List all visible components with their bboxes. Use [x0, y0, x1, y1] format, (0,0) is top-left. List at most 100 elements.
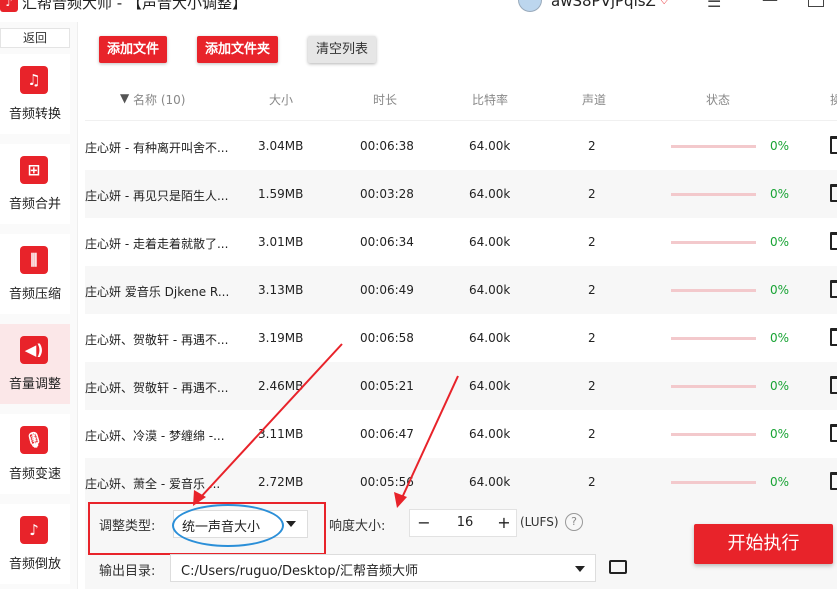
cell-bitrate: 64.00k	[469, 283, 511, 297]
trash-icon[interactable]	[830, 136, 837, 154]
microphone-icon: 🎙	[20, 426, 48, 454]
trash-icon[interactable]	[830, 472, 837, 490]
table-row[interactable]: 庄心妍 - 有种离开叫舍不... 3.04MB 00:06:38 64.00k 2 0%	[85, 122, 837, 170]
maximize-icon[interactable]	[808, 0, 824, 7]
sidebar-item-2[interactable]: ⫼ 音频压缩	[0, 234, 70, 314]
loudness-label: 响度大小:	[329, 519, 386, 534]
sidebar-item-label: 音频合并	[8, 197, 61, 212]
cell-channels: 2	[588, 235, 596, 249]
minimize-icon[interactable]: —	[762, 0, 778, 9]
table-row[interactable]: 庄心妍 - 再见只是陌生人... 1.59MB 00:03:28 64.00k 2 0%	[85, 170, 837, 218]
add-folder-button[interactable]: 添加文件夹	[197, 36, 278, 63]
sidebar-item-label: 音频转换	[8, 107, 61, 122]
progress-bar	[671, 337, 756, 340]
merge-icon: ⊞	[20, 156, 48, 184]
output-dir-select[interactable]: C:/Users/ruguo/Desktop/汇帮音频大师	[170, 554, 596, 582]
cell-duration: 00:06:34	[360, 235, 414, 249]
output-dir-label: 输出目录:	[99, 564, 156, 579]
table-row[interactable]: 庄心妍 爱音乐 Djkene R... 3.13MB 00:06:49 64.00k 2…	[85, 266, 837, 314]
menu-icon[interactable]: ☰	[707, 0, 721, 11]
progress-percent: 0%	[770, 235, 790, 249]
trash-icon[interactable]	[830, 328, 837, 346]
sidebar-item-0[interactable]: ♫ 音频转换	[0, 54, 70, 134]
cell-duration: 00:06:58	[360, 331, 414, 345]
page-name: - 【声音大小调整】	[116, 0, 247, 12]
user-name[interactable]: awS8PVjPqlsZ	[551, 0, 656, 10]
sidebar-item-label: 音频变速	[8, 467, 61, 482]
music-note-icon: ♪	[20, 516, 48, 544]
progress-bar	[671, 385, 756, 388]
cell-name: 庄心妍、贺敬轩 - 再遇不...	[85, 333, 229, 347]
cell-channels: 2	[588, 379, 596, 393]
cell-name: 庄心妍、贺敬轩 - 再遇不...	[85, 381, 229, 395]
cell-channels: 2	[588, 187, 596, 201]
cell-duration: 00:05:21	[360, 379, 414, 393]
progress-bar	[671, 193, 756, 196]
minus-button[interactable]: −	[415, 513, 433, 532]
progress-bar	[671, 241, 756, 244]
sidebar-item-1[interactable]: ⊞ 音频合并	[0, 144, 70, 224]
sidebar-item-5[interactable]: ♪ 音频倒放	[0, 504, 70, 584]
progress-percent: 0%	[770, 379, 790, 393]
annotation-blue-oval	[172, 504, 284, 547]
cell-duration: 00:06:47	[360, 427, 414, 441]
sidebar-item-4[interactable]: 🎙 音频变速	[0, 414, 70, 494]
col-duration[interactable]: 时长	[373, 91, 397, 108]
vip-diamond-icon[interactable]: ♡	[657, 0, 679, 7]
loudness-input[interactable]: 16	[450, 515, 480, 530]
cell-duration: 00:05:56	[360, 475, 414, 489]
table-row[interactable]: 庄心妍 - 走着走着就散了... 3.01MB 00:06:34 64.00k 2 0%	[85, 218, 837, 266]
table-row[interactable]: 庄心妍、贺敬轩 - 再遇不... 2.46MB 00:05:21 64.00k 2 0%	[85, 362, 837, 410]
cell-name: 庄心妍 爱音乐 Djkene R...	[85, 285, 230, 299]
add-file-button[interactable]: 添加文件	[99, 36, 167, 63]
cell-channels: 2	[588, 331, 596, 345]
output-dir-path: C:/Users/ruguo/Desktop/汇帮音频大师	[181, 564, 419, 579]
progress-percent: 0%	[770, 331, 790, 345]
cell-size: 2.72MB	[258, 475, 304, 489]
col-operation: 操	[830, 93, 837, 107]
avatar[interactable]	[518, 0, 542, 12]
progress-percent: 0%	[770, 283, 790, 297]
cell-size: 3.19MB	[258, 331, 304, 345]
trash-icon[interactable]	[830, 184, 837, 202]
sidebar: 返回 ♫ 音频转换 ⊞ 音频合并 ⫼ 音频压缩 ◀) 音量调整 🎙 音频变速 ♪ 音频倒放	[0, 22, 78, 589]
col-bitrate[interactable]: 比特率	[472, 91, 508, 108]
col-size[interactable]: 大小	[269, 91, 293, 108]
table-row[interactable]: 庄心妍、贺敬轩 - 再遇不... 3.19MB 00:06:58 64.00k 2 0%	[85, 314, 837, 362]
progress-bar	[671, 433, 756, 436]
cell-channels: 2	[588, 427, 596, 441]
cell-channels: 2	[588, 139, 596, 153]
back-button[interactable]: 返回	[0, 28, 70, 48]
app-name: 汇帮音频大师	[22, 0, 113, 12]
cell-duration: 00:03:28	[360, 187, 414, 201]
progress-percent: 0%	[770, 139, 790, 153]
trash-icon[interactable]	[830, 424, 837, 442]
cell-name: 庄心妍 - 走着走着就散了...	[85, 237, 229, 251]
trash-icon[interactable]	[830, 376, 837, 394]
col-channels[interactable]: 声道	[582, 91, 606, 108]
cell-name: 庄心妍 - 再见只是陌生人...	[85, 189, 229, 203]
app-logo-icon: ♪	[0, 0, 18, 12]
trash-icon[interactable]	[830, 280, 837, 298]
cell-bitrate: 64.00k	[469, 187, 511, 201]
sidebar-item-3[interactable]: ◀) 音量调整	[0, 324, 70, 404]
loudness-unit: (LUFS)	[520, 515, 559, 529]
app-title: 汇帮音频大师 - 【声音大小调整】	[22, 0, 247, 13]
plus-button[interactable]: +	[495, 513, 513, 532]
cell-size: 3.11MB	[258, 427, 304, 441]
chevron-down-icon	[575, 566, 585, 572]
col-name[interactable]: 名称 (10)	[133, 91, 185, 108]
clear-list-button[interactable]: 清空列表	[308, 36, 376, 63]
cell-bitrate: 64.00k	[469, 427, 511, 441]
cell-bitrate: 64.00k	[469, 475, 511, 489]
sort-arrow-icon[interactable]: ▼	[120, 91, 129, 105]
title-bar: ♪ 汇帮音频大师 - 【声音大小调整】 awS8PVjPqlsZ ♡ ☰ —	[0, 0, 837, 22]
table-row[interactable]: 庄心妍、冷漠 - 梦缠绵 -... 3.11MB 00:06:47 64.00k 2 0%	[85, 410, 837, 458]
folder-open-icon[interactable]	[609, 560, 627, 574]
start-button[interactable]: 开始执行	[694, 524, 833, 564]
cell-name: 庄心妍、冷漠 - 梦缠绵 -...	[85, 429, 225, 443]
help-icon[interactable]: ?	[565, 513, 583, 531]
cell-name: 庄心妍、萧全 - 爱音乐 ...	[85, 477, 221, 491]
cell-channels: 2	[588, 283, 596, 297]
trash-icon[interactable]	[830, 232, 837, 250]
